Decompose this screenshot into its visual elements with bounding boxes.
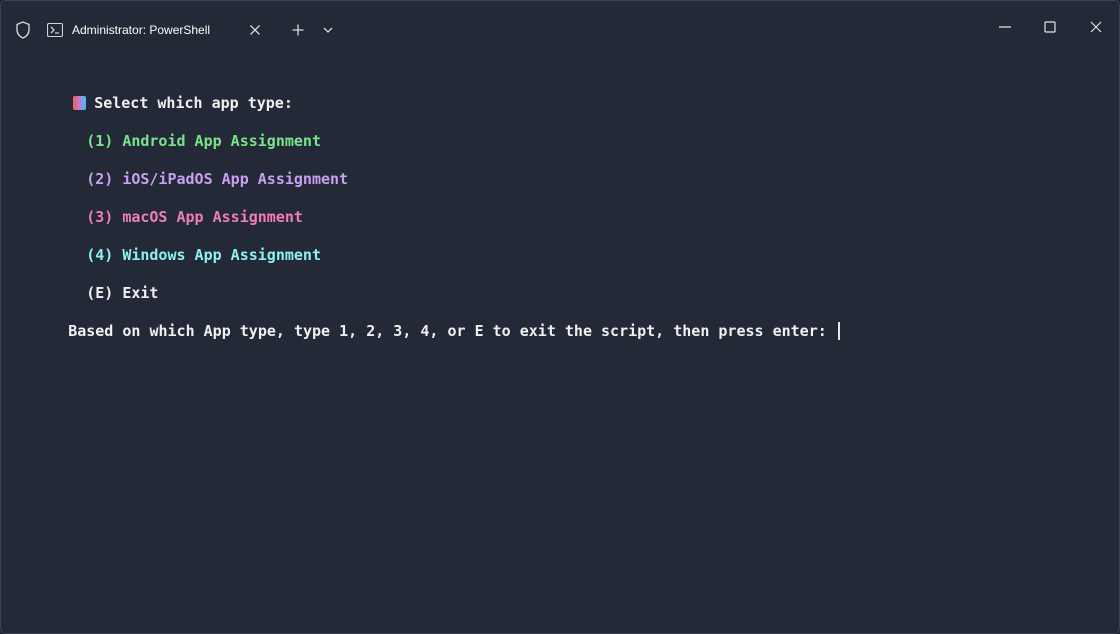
tab-title: Administrator: PowerShell bbox=[72, 23, 211, 37]
option-key: (E) bbox=[86, 284, 114, 302]
option-label: Android App Assignment bbox=[122, 132, 321, 150]
heading-text: Select which app type: bbox=[94, 94, 293, 112]
maximize-icon[interactable] bbox=[1042, 19, 1058, 35]
plus-icon[interactable] bbox=[291, 23, 305, 37]
option-1: (1) Android App Assignment bbox=[32, 111, 321, 150]
option-label: Exit bbox=[122, 284, 159, 302]
close-icon[interactable] bbox=[248, 23, 262, 37]
option-key: (1) bbox=[86, 132, 114, 150]
option-2: (2) iOS/iPadOS App Assignment bbox=[32, 149, 348, 188]
option-label: macOS App Assignment bbox=[122, 208, 303, 226]
option-key: (2) bbox=[86, 170, 114, 188]
minimize-icon[interactable] bbox=[997, 19, 1013, 35]
option-label: iOS/iPadOS App Assignment bbox=[122, 170, 349, 188]
option-key: (4) bbox=[86, 246, 114, 264]
prompt-line[interactable]: Based on which App type, type 1, 2, 3, 4… bbox=[14, 301, 840, 340]
terminal-window: Administrator: PowerShell Select which a… bbox=[0, 0, 1120, 634]
close-window-icon[interactable] bbox=[1088, 19, 1104, 35]
option-key: (3) bbox=[86, 208, 114, 226]
option-4: (4) Windows App Assignment bbox=[32, 225, 321, 264]
option-exit: (E) Exit bbox=[32, 263, 158, 302]
text-cursor bbox=[837, 322, 840, 340]
menu-icon bbox=[73, 96, 87, 110]
chevron-down-icon[interactable] bbox=[321, 23, 335, 37]
powershell-icon bbox=[47, 23, 63, 37]
option-3: (3) macOS App Assignment bbox=[32, 187, 303, 226]
heading-line: Select which app type: bbox=[19, 73, 293, 112]
shield-icon bbox=[16, 21, 30, 39]
prompt-text: Based on which App type, type 1, 2, 3, 4… bbox=[68, 322, 836, 340]
title-bar[interactable]: Administrator: PowerShell bbox=[1, 1, 1119, 59]
tab-powershell[interactable]: Administrator: PowerShell bbox=[35, 9, 275, 51]
terminal-output[interactable]: Select which app type: (1) Android App A… bbox=[1, 59, 1119, 633]
option-label: Windows App Assignment bbox=[122, 246, 321, 264]
